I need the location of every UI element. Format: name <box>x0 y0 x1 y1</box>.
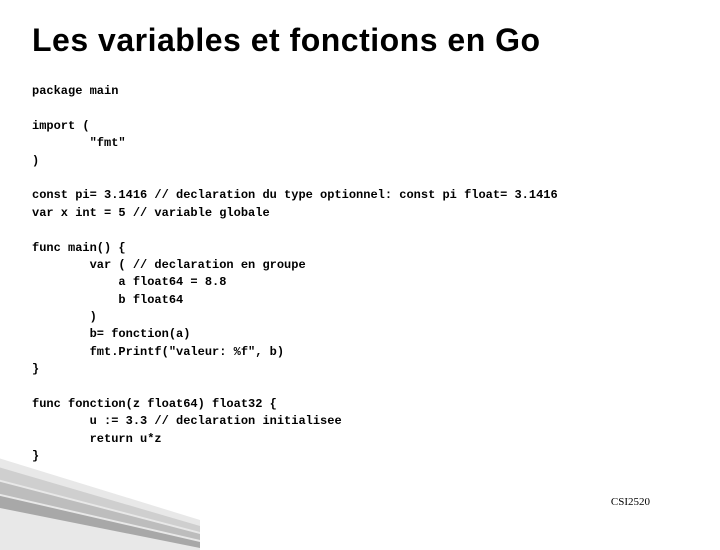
slide: Les variables et fonctions en Go package… <box>0 0 720 466</box>
slide-title: Les variables et fonctions en Go <box>32 22 688 59</box>
footer-label: CSI2520 <box>611 496 650 508</box>
code-block: package main import ( "fmt" ) const pi= … <box>32 83 688 466</box>
